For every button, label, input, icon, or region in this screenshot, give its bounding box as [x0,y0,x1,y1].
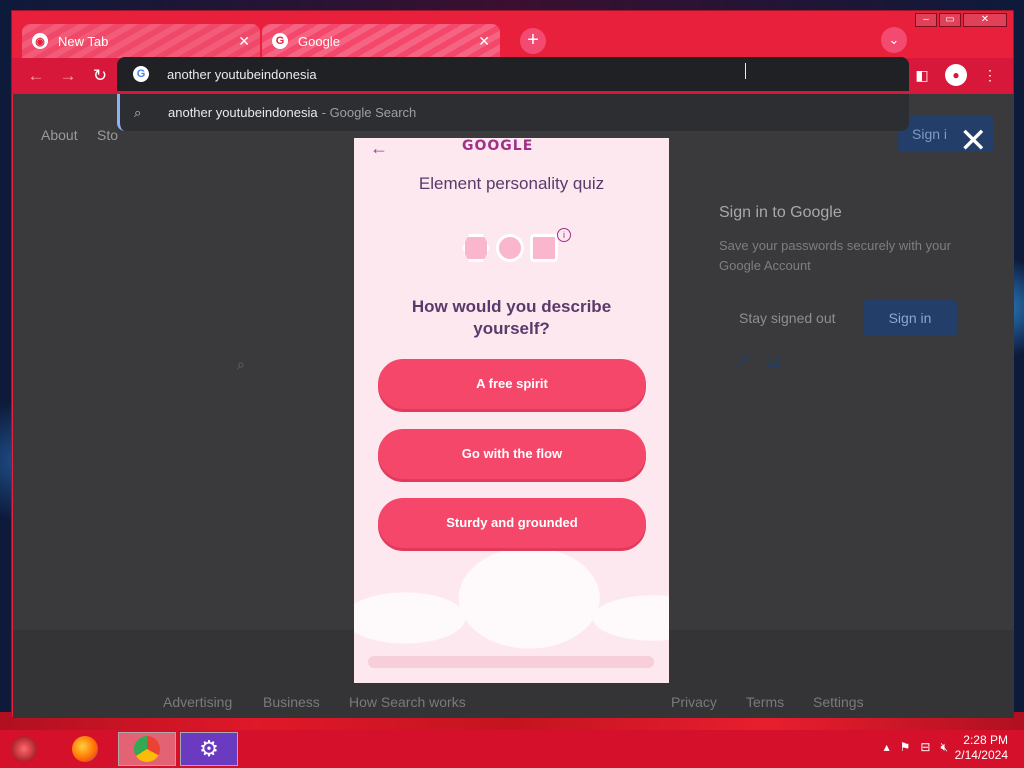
quiz-back-button[interactable]: ← [370,138,388,159]
footer-link-advertising[interactable]: Advertising [163,694,232,710]
profile-avatar[interactable]: ● [945,64,967,86]
network-icon[interactable]: ⊟ [920,740,930,755]
taskbar-chrome[interactable] [118,732,176,766]
reload-button[interactable]: ↻ [88,64,112,88]
circle-icon [496,234,524,262]
signin-card-title: Sign in to Google [719,204,842,221]
omnibox-suggestion[interactable]: ⌕ another youtubeindonesia - Google Sear… [117,94,909,131]
quiz-doodle: ← GOOGLE Element personality quiz i How … [354,138,669,683]
answer-button-free-spirit[interactable]: A free spirit [378,359,646,409]
quiz-question: How would you describe yourself? [411,297,612,338]
menu-icon[interactable]: ⋮ [979,64,1001,86]
element-shapes [462,234,558,262]
store-link[interactable]: Sto [97,127,118,143]
back-button[interactable]: ← [24,64,48,88]
gear-icon: ⚙ [199,736,219,761]
taskbar-firefox[interactable] [60,732,110,766]
close-doodle-icon[interactable]: ✕ [959,124,988,158]
answer-button-go-with-flow[interactable]: Go with the flow [378,429,646,479]
new-tab-button[interactable]: + [520,28,546,54]
google-icon: G [272,33,288,49]
omnibox-input[interactable]: another youtubeindonesia [167,67,317,82]
stay-signed-out-button[interactable]: Stay signed out [739,310,836,326]
start-button[interactable] [4,732,44,766]
clock-time: 2:28 PM [963,733,1008,747]
close-tab-icon[interactable]: ✕ [238,33,250,50]
footer-link-business[interactable]: Business [263,694,320,710]
tab-google[interactable]: G Google ✕ [262,24,500,58]
flag-icon[interactable]: ⚑ [900,740,911,755]
search-icon: ⌕ [134,104,142,120]
forward-button[interactable]: → [56,64,80,88]
tab-title: New Tab [58,33,109,49]
signin-card: Sign in to Google Save your passwords se… [669,182,971,352]
chevron-up-icon[interactable]: ▴ [884,740,890,755]
search-icon: ⌕ [237,356,245,372]
clock[interactable]: 2:28 PM 2/14/2024 [955,733,1008,763]
info-icon[interactable]: i [557,228,571,242]
tab-strip: ◉ New Tab ✕ G Google ✕ + ⌄ [22,24,1013,58]
omnibox[interactable]: G another youtubeindonesia [117,57,909,91]
footer-link-how-search-works[interactable]: How Search works [349,694,466,710]
about-link[interactable]: About [41,127,78,143]
system-tray: ▴ ⚑ ⊟ 🔇︎ [884,740,948,755]
taskbar-settings[interactable]: ⚙ [180,732,238,766]
mic-icon[interactable]: 🎤︎ [731,352,751,372]
suggestion-query: another youtubeindonesia [168,105,318,120]
quiz-title: Element personality quiz [418,174,605,193]
footer-link-terms[interactable]: Terms [746,694,784,710]
volume-muted-icon[interactable]: 🔇︎ [940,740,948,755]
suggestion-source: - Google Search [321,105,417,120]
text-cursor [745,63,746,79]
chrome-icon: ◉ [32,33,48,49]
toolbar-right: ◧ ● ⋮ [911,64,1001,86]
tab-new-tab[interactable]: ◉ New Tab ✕ [22,24,260,58]
clock-date: 2/14/2024 [954,748,1008,762]
footer-link-settings[interactable]: Settings [813,694,864,710]
square-icon [530,234,558,262]
google-doodle-logo: GOOGLE [462,138,534,154]
answer-button-sturdy[interactable]: Sturdy and grounded [378,498,646,548]
hexagon-icon [462,234,490,262]
signin-card-description: Save your passwords securely with your G… [719,238,951,273]
chrome-icon [134,736,160,762]
taskbar: ⚙ ▴ ⚑ ⊟ 🔇︎ 2:28 PM 2/14/2024 [0,730,1024,768]
signin-card-button[interactable]: Sign in [863,300,957,336]
footer-link-privacy[interactable]: Privacy [671,694,717,710]
start-icon [11,736,37,762]
firefox-icon [72,736,98,762]
close-tab-icon[interactable]: ✕ [478,33,490,50]
quiz-progress-bar [368,656,654,668]
tab-title: Google [298,33,340,49]
tab-search-button[interactable]: ⌄ [881,27,907,53]
side-panel-icon[interactable]: ◧ [911,64,933,86]
lens-icon[interactable]: ⊡ [767,352,780,372]
google-icon: G [133,66,149,82]
